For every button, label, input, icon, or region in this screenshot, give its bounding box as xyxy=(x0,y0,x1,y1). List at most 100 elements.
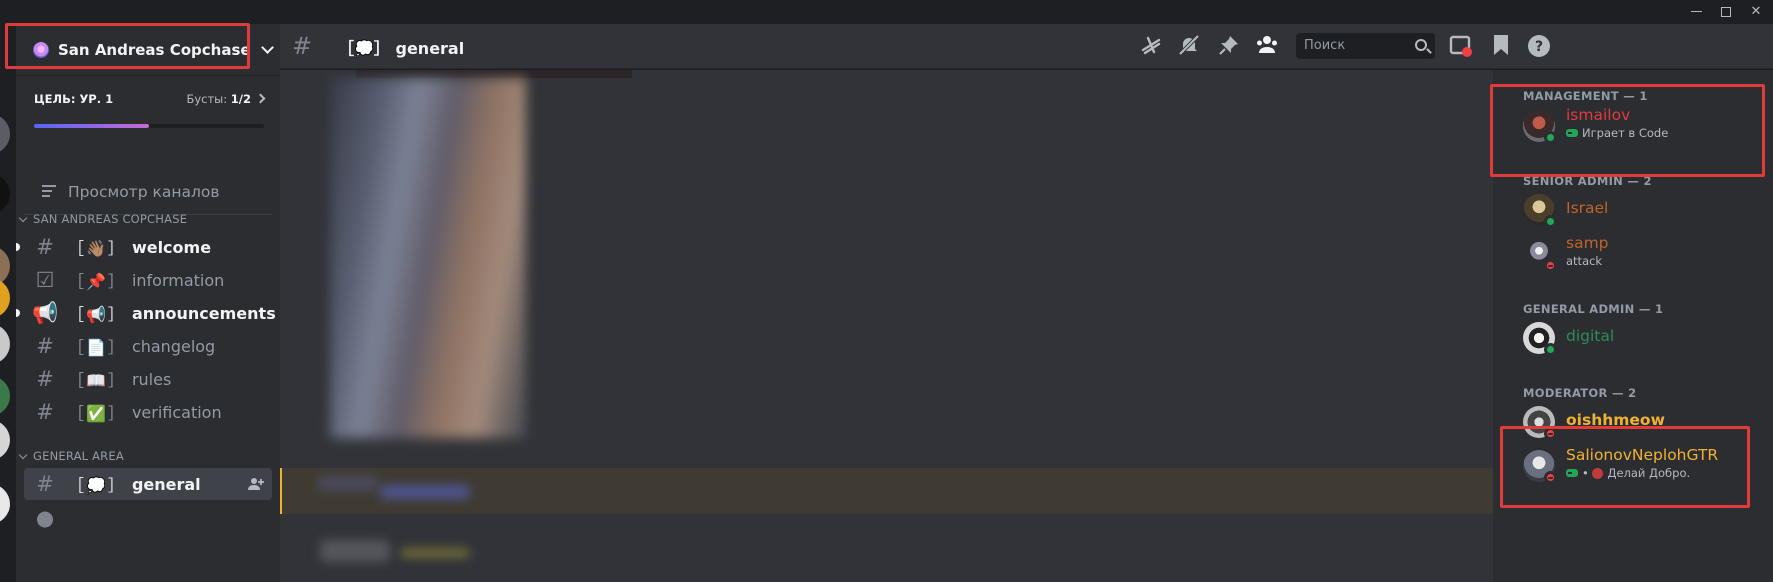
search-input[interactable] xyxy=(1304,38,1409,53)
hash-icon: # xyxy=(36,366,54,391)
status-dnd-icon xyxy=(1544,427,1557,440)
close-button[interactable]: ✕ xyxy=(1745,2,1767,22)
member-oishhmeow[interactable]: oishhmeow xyxy=(1515,400,1760,444)
channel-rules[interactable]: # ［📖］ rules xyxy=(24,363,272,395)
server-icon[interactable] xyxy=(0,324,10,364)
unread-indicator xyxy=(16,309,20,317)
status-online-icon xyxy=(1544,131,1557,144)
channel-name: general xyxy=(131,474,201,494)
boosts-value: 1/2 xyxy=(230,92,251,106)
channel-changelog[interactable]: # ［📄］ changelog xyxy=(24,330,272,362)
server-icon[interactable] xyxy=(0,376,10,416)
announcement-icon: 📢 xyxy=(32,300,59,325)
server-list xyxy=(0,24,16,582)
member-activity: attack xyxy=(1566,254,1603,268)
server-icon[interactable] xyxy=(0,114,10,154)
role-header-general-admin: GENERAL ADMIN — 1 xyxy=(1523,302,1664,316)
search-box[interactable] xyxy=(1296,33,1435,59)
channel-emoji: ［📖］ xyxy=(68,371,126,390)
browse-channels-button[interactable]: Просмотр каналов xyxy=(34,174,264,210)
server-icon[interactable] xyxy=(0,484,10,524)
channel-emoji: ［📌］ xyxy=(68,272,126,291)
pin-icon[interactable] xyxy=(1216,34,1242,60)
channel-general[interactable]: # ［💭］ general xyxy=(24,468,272,500)
role-header-moderator: MODERATOR — 2 xyxy=(1523,386,1637,400)
category-san-andreas-copchase[interactable]: SAN ANDREAS COPCHASE xyxy=(18,212,188,226)
unread-indicator xyxy=(16,243,20,251)
hash-icon: # xyxy=(36,399,54,424)
member-name: ismailov xyxy=(1566,106,1631,124)
avatar xyxy=(318,475,378,491)
member-activity: • Делай Добро. xyxy=(1566,466,1690,480)
member-ismailov[interactable]: ismailov Играет в Code xyxy=(1515,104,1760,148)
status-online-icon xyxy=(1544,215,1557,228)
members-icon[interactable] xyxy=(1254,34,1280,60)
member-list: MANAGEMENT — 1 ismailov Играет в Code SE… xyxy=(1493,70,1773,582)
channel-name: changelog xyxy=(131,336,216,356)
channel-announcements[interactable]: 📢 ［📢］ announcements xyxy=(16,297,276,329)
hash-icon: # xyxy=(36,234,54,259)
help-icon[interactable]: ? xyxy=(1526,34,1552,60)
inbox-icon[interactable] xyxy=(1448,34,1474,60)
custom-status-emoji-icon xyxy=(1592,467,1604,479)
bookmark-icon[interactable] xyxy=(1488,34,1514,60)
member-name: Israel xyxy=(1566,199,1609,217)
image-attachment[interactable] xyxy=(330,78,526,438)
member-name: samp xyxy=(1566,234,1609,252)
boosts-label: Бусты: xyxy=(186,92,228,106)
minimize-icon xyxy=(1690,11,1702,12)
activity-text: Делай Добро. xyxy=(1607,466,1691,480)
member-samp[interactable]: samp attack xyxy=(1515,232,1760,276)
channel-welcome[interactable]: # ［👋🏽］ welcome xyxy=(16,231,272,263)
channel-name: rules xyxy=(131,369,172,389)
server-name: San Andreas Copchase xyxy=(58,40,251,59)
status-dnd-icon xyxy=(1544,471,1557,484)
chevron-right-icon xyxy=(255,93,266,104)
category-label: SAN ANDREAS COPCHASE xyxy=(33,212,188,226)
maximize-icon xyxy=(1721,6,1731,17)
channel-emoji: ［✅］ xyxy=(68,404,126,423)
create-invite-icon[interactable] xyxy=(248,477,264,491)
threads-icon[interactable] xyxy=(1138,34,1164,60)
category-general-area[interactable]: GENERAL AREA xyxy=(18,449,124,463)
server-icon[interactable] xyxy=(0,246,10,286)
status-dnd-icon xyxy=(1544,259,1557,272)
gamepad-icon xyxy=(1566,469,1578,477)
channel-sidebar: San Andreas Copchase ЦЕЛЬ: УР. 1 Бусты: … xyxy=(16,24,280,582)
close-icon: ✕ xyxy=(1750,4,1762,19)
boost-progress[interactable]: ЦЕЛЬ: УР. 1 Бусты: 1/2 xyxy=(34,92,266,164)
maximize-button[interactable] xyxy=(1715,2,1737,22)
channel-title: ［💭］ general xyxy=(338,39,465,58)
server-icon[interactable] xyxy=(0,420,10,460)
channel-partial[interactable]: ● xyxy=(24,502,272,534)
server-avatar-icon xyxy=(33,41,49,58)
role-header-senior-admin: SENIOR ADMIN — 2 xyxy=(1523,174,1652,188)
message-content xyxy=(380,485,470,499)
channel-emoji: ［👋🏽］ xyxy=(68,239,126,258)
hash-icon: # xyxy=(36,471,54,496)
server-icon[interactable] xyxy=(0,278,10,318)
member-name: digital xyxy=(1566,327,1615,345)
svg-text:?: ? xyxy=(1535,39,1543,55)
image-attachment[interactable] xyxy=(356,70,632,78)
member-salionovneplohgtr[interactable]: SalionovNeplohGTR • Делай Добро. xyxy=(1515,444,1760,488)
boost-progress-fill xyxy=(34,124,149,128)
channel-header: # ［💭］ general ? xyxy=(280,24,1773,69)
server-icon[interactable] xyxy=(0,174,10,214)
voice-icon: ● xyxy=(35,505,55,530)
boost-goal-label: ЦЕЛЬ: УР. 1 xyxy=(34,92,114,106)
member-name: oishhmeow xyxy=(1566,411,1665,429)
member-digital[interactable]: digital xyxy=(1515,316,1760,360)
member-israel[interactable]: Israel xyxy=(1515,188,1760,232)
channel-emoji: ［📢］ xyxy=(68,305,126,324)
title-bar: ✕ xyxy=(0,0,1773,24)
server-header-button[interactable]: San Andreas Copchase xyxy=(16,24,280,76)
channel-verification[interactable]: # ［✅］ verification xyxy=(24,396,272,428)
browse-channels-icon xyxy=(42,184,60,200)
minimize-button[interactable] xyxy=(1685,2,1707,22)
message-content xyxy=(400,548,470,558)
mute-icon[interactable] xyxy=(1176,34,1202,60)
gamepad-icon xyxy=(1566,129,1578,137)
message-area xyxy=(280,70,1493,582)
channel-information[interactable]: ☑ ［📌］ information xyxy=(24,264,272,296)
